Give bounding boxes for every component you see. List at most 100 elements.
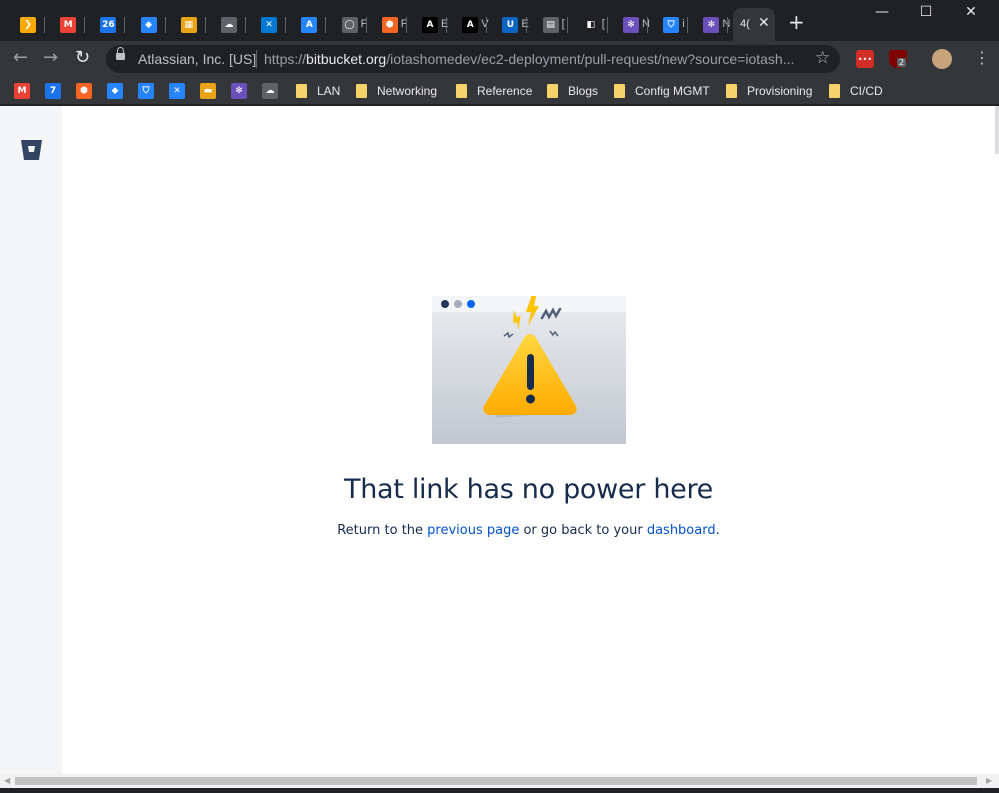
scroll-right-arrow-icon[interactable]: ▶	[986, 776, 992, 785]
browser-tab[interactable]: ⛉ i	[651, 8, 689, 41]
reload-button[interactable]: ↻	[75, 48, 90, 68]
close-window-button[interactable]: ✕	[956, 4, 986, 20]
folder-icon	[456, 84, 467, 98]
tab-favicon-icon: U	[502, 16, 519, 33]
browser-tab[interactable]: ⬢ F	[370, 8, 408, 41]
tab-favicon-icon: ▤	[542, 16, 559, 33]
bookmark-folder[interactable]: LAN	[296, 83, 340, 99]
error-text-3: .	[715, 523, 720, 538]
certificate-org: Atlassian, Inc. [US]	[138, 51, 257, 67]
browser-tab[interactable]: ▦	[169, 8, 206, 41]
window-dot-icon	[467, 300, 475, 308]
vertical-scrollbar-thumb[interactable]	[995, 106, 999, 154]
lock-icon[interactable]	[116, 47, 125, 62]
ublock-icon[interactable]: 2	[889, 50, 907, 68]
folder-icon	[547, 84, 558, 98]
tab-active-label: 4(	[740, 18, 750, 30]
bitbucket-logo-icon[interactable]	[20, 139, 43, 161]
bookmark-icon[interactable]: ✻	[231, 83, 247, 99]
page-viewport: That link has no power here Return to th…	[0, 106, 999, 774]
bookmark-folder-label: Config MGMT	[635, 84, 710, 98]
error-text-2: or go back to your	[519, 523, 647, 538]
chrome-menu-icon[interactable]: ⋮	[974, 50, 990, 66]
tab-label: V	[481, 18, 489, 30]
browser-tab[interactable]: ▤[	[531, 8, 568, 41]
lastpass-icon[interactable]: •••	[856, 50, 874, 68]
bookmark-icon[interactable]: ⬢	[76, 83, 92, 99]
tab-favicon-icon: A	[462, 16, 479, 33]
bookmark-folder[interactable]: Provisioning	[726, 83, 812, 99]
dashboard-link[interactable]: dashboard	[647, 523, 716, 538]
minimize-button[interactable]: —	[867, 4, 897, 20]
tab-label: [	[601, 18, 605, 30]
horizontal-scrollbar[interactable]: ◀ ▶	[0, 774, 999, 788]
new-tab-button[interactable]: +	[788, 12, 805, 32]
url-domain: bitbucket.org	[306, 51, 387, 67]
bookmark-folder[interactable]: CI/CD	[829, 83, 883, 99]
browser-toolbar: ← → ↻ Atlassian, Inc. [US] https://bitbu…	[0, 41, 999, 77]
bookmark-folder[interactable]: Reference	[456, 83, 532, 99]
tab-favicon-icon: M	[60, 16, 77, 33]
tab-favicon-icon: ▦	[180, 16, 197, 33]
browser-tab[interactable]: ✻ N	[691, 8, 730, 41]
previous-page-link[interactable]: previous page	[427, 523, 519, 538]
url-prefix: https://	[264, 51, 307, 67]
tab-favicon-icon: ❯	[20, 16, 36, 33]
browser-tab[interactable]: ◆	[129, 8, 166, 41]
tab-favicon-icon: 26	[100, 16, 117, 33]
warning-illustration	[432, 296, 626, 444]
bookmark-folder-label: Provisioning	[747, 84, 813, 98]
tab-label: F	[400, 18, 408, 30]
bookmark-folder-label: LAN	[317, 84, 341, 98]
bookmark-icon[interactable]: ✕	[169, 83, 185, 99]
back-button[interactable]: ←	[13, 48, 28, 68]
bookmark-icon[interactable]: 7	[45, 83, 61, 99]
omnibox-divider	[256, 50, 257, 68]
browser-tab[interactable]: A	[289, 8, 327, 41]
tab-favicon-icon: ◯	[341, 16, 358, 33]
bookmark-icon[interactable]: ◆	[107, 83, 123, 99]
tab-favicon-icon: ⬢	[381, 16, 398, 33]
tab-favicon-icon: ◆	[140, 16, 157, 33]
url-text[interactable]: https://bitbucket.org/iotashomedev/ec2-d…	[264, 51, 794, 67]
folder-icon	[726, 84, 737, 98]
address-bar[interactable]: Atlassian, Inc. [US] https://bitbucket.o…	[106, 45, 840, 73]
browser-tab[interactable]: ✻ N	[611, 8, 650, 41]
forward-button[interactable]: →	[43, 48, 58, 68]
scroll-left-arrow-icon[interactable]: ◀	[4, 776, 10, 785]
browser-tab[interactable]: ☁	[209, 8, 246, 41]
browser-tab[interactable]: AE	[410, 8, 448, 41]
profile-avatar[interactable]	[932, 49, 952, 69]
tab-active[interactable]: 4( ✕	[733, 8, 775, 41]
bookmark-star-icon[interactable]: ☆	[815, 48, 830, 68]
error-message: Return to the previous page or go back t…	[62, 523, 995, 538]
bookmark-icon[interactable]: M	[14, 83, 30, 99]
browser-tab[interactable]: ◧[	[571, 8, 608, 41]
browser-tab[interactable]: UE	[490, 8, 529, 41]
bookmark-folder[interactable]: Blogs	[547, 83, 598, 99]
bookmark-folder[interactable]: Config MGMT	[614, 83, 710, 99]
tab-favicon-icon: ✻	[703, 16, 720, 33]
folder-icon	[356, 84, 367, 98]
browser-tab[interactable]: 26	[88, 8, 126, 41]
browser-tab[interactable]: M	[48, 8, 86, 41]
bookmark-icon[interactable]: ▬	[200, 83, 216, 99]
browser-tab[interactable]: ◯ F	[330, 8, 367, 41]
folder-icon	[614, 84, 625, 98]
browser-tab[interactable]: ✕	[249, 8, 287, 41]
browser-tab[interactable]: ❯	[8, 8, 45, 41]
folder-icon	[296, 84, 307, 98]
horizontal-scrollbar-thumb[interactable]	[15, 777, 977, 785]
bookmark-folder[interactable]: Networking	[356, 83, 437, 99]
error-text-1: Return to the	[337, 523, 428, 538]
tab-close-icon[interactable]: ✕	[758, 15, 770, 31]
maximize-button[interactable]: ☐	[911, 4, 941, 20]
bookmark-folder-label: CI/CD	[850, 84, 883, 98]
bookmark-icon[interactable]: ⛉	[138, 83, 154, 99]
bookmark-folder-label: Reference	[477, 84, 533, 98]
bookmark-icon[interactable]: ☁	[262, 83, 278, 99]
browser-tab[interactable]: AV	[450, 8, 489, 41]
tab-label: [	[561, 18, 565, 30]
global-sidebar	[0, 106, 62, 774]
tab-label: F	[360, 18, 368, 30]
